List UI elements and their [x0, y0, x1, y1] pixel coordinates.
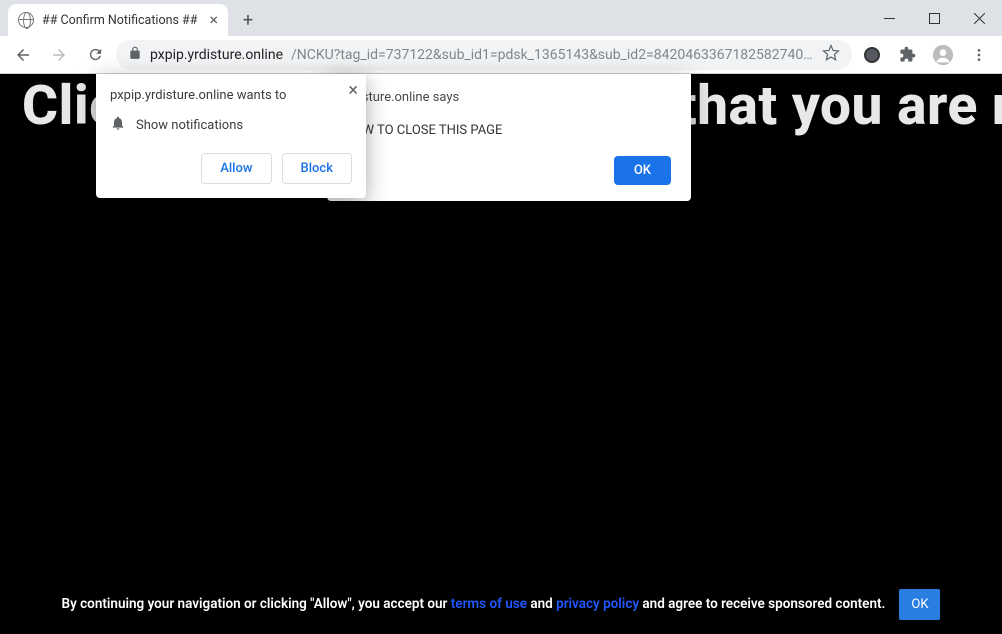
- privacy-policy-link[interactable]: privacy policy: [556, 596, 639, 612]
- lock-icon: [128, 46, 142, 64]
- permission-origin: pxpip.yrdisture.online wants to: [110, 88, 352, 103]
- permission-close-icon[interactable]: ×: [348, 80, 358, 101]
- bookmark-star-icon[interactable]: [822, 44, 840, 66]
- js-alert-dialog: rdisture.online says LOW TO CLOSE THIS P…: [327, 74, 691, 201]
- permission-row: Show notifications: [110, 115, 352, 135]
- browser-tab[interactable]: ## Confirm Notifications ## ×: [8, 4, 228, 36]
- window-controls: [867, 0, 1002, 36]
- js-alert-ok-button[interactable]: OK: [614, 156, 671, 185]
- cookie-text-post: and agree to receive sponsored content.: [639, 596, 885, 612]
- profile-button[interactable]: [928, 40, 958, 70]
- permission-label: Show notifications: [136, 118, 243, 133]
- extensions-button[interactable]: [892, 40, 922, 70]
- maximize-button[interactable]: [912, 0, 957, 36]
- back-button[interactable]: [8, 40, 38, 70]
- new-tab-button[interactable]: +: [234, 6, 262, 34]
- titlebar: ## Confirm Notifications ## × +: [0, 0, 1002, 36]
- close-window-button[interactable]: [957, 0, 1002, 36]
- terms-of-use-link[interactable]: terms of use: [451, 596, 527, 612]
- permission-allow-button[interactable]: Allow: [201, 153, 271, 184]
- kebab-menu-button[interactable]: [964, 40, 994, 70]
- cookie-consent-text: By continuing your navigation or clickin…: [62, 595, 886, 614]
- js-alert-message: LOW TO CLOSE THIS PAGE: [347, 123, 671, 138]
- tab-title: ## Confirm Notifications ##: [42, 13, 201, 28]
- url-domain: pxpip.yrdisture.online: [150, 47, 283, 63]
- tab-close-icon[interactable]: ×: [209, 12, 218, 28]
- cookie-consent-bar: By continuing your navigation or clickin…: [0, 589, 1002, 620]
- notification-permission-prompt: × pxpip.yrdisture.online wants to Show n…: [96, 74, 366, 198]
- permission-block-button[interactable]: Block: [282, 153, 352, 184]
- js-alert-origin: rdisture.online says: [347, 90, 671, 105]
- cookie-ok-button[interactable]: OK: [899, 589, 940, 620]
- address-bar[interactable]: pxpip.yrdisture.online/NCKU?tag_id=73712…: [116, 40, 852, 70]
- minimize-button[interactable]: [867, 0, 912, 36]
- bell-icon: [110, 115, 126, 135]
- forward-button[interactable]: [44, 40, 74, 70]
- globe-icon: [18, 12, 34, 28]
- url-path: /NCKU?tag_id=737122&sub_id1=pdsk_1365143…: [291, 47, 814, 63]
- cookie-text-pre: By continuing your navigation or clickin…: [62, 596, 451, 612]
- reload-button[interactable]: [80, 40, 110, 70]
- recording-indicator-icon[interactable]: [864, 47, 880, 63]
- cookie-text-and: and: [527, 596, 556, 612]
- browser-toolbar: pxpip.yrdisture.online/NCKU?tag_id=73712…: [0, 36, 1002, 74]
